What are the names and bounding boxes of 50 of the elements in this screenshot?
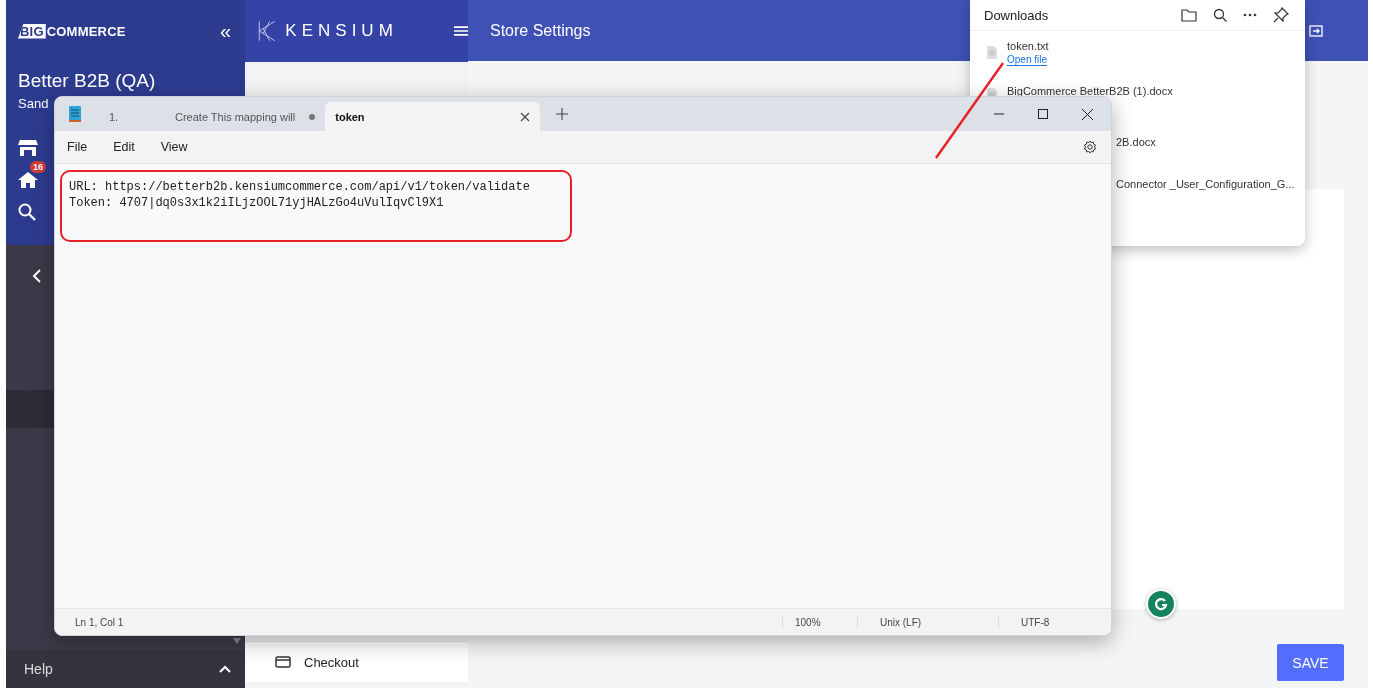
status-text: UTF-8 <box>998 616 1111 628</box>
file-name[interactable]: token.txt <box>1007 40 1049 52</box>
text-line: Token: 4707|dq0s3x1k2iILjzOOL71yjHALzGo4uVulIqvCl9X1 <box>69 195 445 211</box>
help-label: Help <box>24 661 53 677</box>
nav-item[interactable]: Checkout <box>245 641 468 682</box>
settings-icon[interactable] <box>1083 140 1097 154</box>
home-icon[interactable] <box>18 171 38 189</box>
notification-badge: 16 <box>30 161 46 173</box>
menu-item[interactable]: File <box>67 140 88 154</box>
store-icon[interactable] <box>18 139 38 157</box>
file-name[interactable]: 2B.docx <box>1116 136 1156 148</box>
panel-title: Downloads <box>984 7 1049 23</box>
card-icon <box>275 656 291 668</box>
new-tab-icon[interactable] <box>556 108 569 120</box>
text-line: URL: https://betterb2b.kensiumcommerce.com/api/v1/token/validate <box>69 179 531 195</box>
status-text: Ln 1, Col 1 <box>74 616 124 628</box>
collapse-button[interactable]: « <box>217 19 233 43</box>
status-text: 100% <box>782 616 857 628</box>
menu-item[interactable]: Edit <box>113 140 135 154</box>
logout-icon[interactable] <box>1308 24 1323 37</box>
pin-icon[interactable] <box>1273 7 1289 23</box>
close-icon[interactable] <box>520 111 531 122</box>
tab[interactable]: Create This mapping will <box>165 102 326 131</box>
scroll-arrow-icon[interactable] <box>233 638 241 644</box>
page-title: Store Settings <box>490 21 591 40</box>
file-name[interactable]: BigCommerce BetterB2B (1).docx <box>1007 85 1173 97</box>
store-subtitle: Sand <box>18 96 50 111</box>
search-icon[interactable] <box>18 203 36 221</box>
document-icon <box>987 46 997 59</box>
tab[interactable]: token <box>325 102 541 131</box>
status-text: Unix (LF) <box>857 616 998 628</box>
caret-up-icon <box>219 665 231 673</box>
menu-icon[interactable] <box>453 23 468 39</box>
close-icon[interactable] <box>1082 108 1093 120</box>
notepad-icon <box>69 106 81 122</box>
logo: BIG COMMERCE <box>18 23 126 39</box>
search-icon[interactable] <box>1213 8 1227 22</box>
maximize-icon[interactable] <box>1038 109 1048 119</box>
brand-name: KENSIUM <box>285 21 398 41</box>
save-button[interactable]: SAVE <box>1277 644 1344 681</box>
unsaved-dot-icon <box>309 113 316 120</box>
more-icon[interactable] <box>1243 13 1257 17</box>
store-name: Better B2B (QA) <box>18 70 157 92</box>
open-file-link[interactable]: Open file <box>1007 54 1048 66</box>
folder-icon[interactable] <box>1181 8 1197 22</box>
help-bar[interactable]: Help <box>6 650 245 688</box>
tab[interactable]: 1. <box>99 102 165 131</box>
menu-item[interactable]: View <box>160 140 188 154</box>
file-name[interactable]: Connector _User_Configuration_G... <box>1116 178 1295 190</box>
chevron-left-icon[interactable] <box>32 269 42 283</box>
